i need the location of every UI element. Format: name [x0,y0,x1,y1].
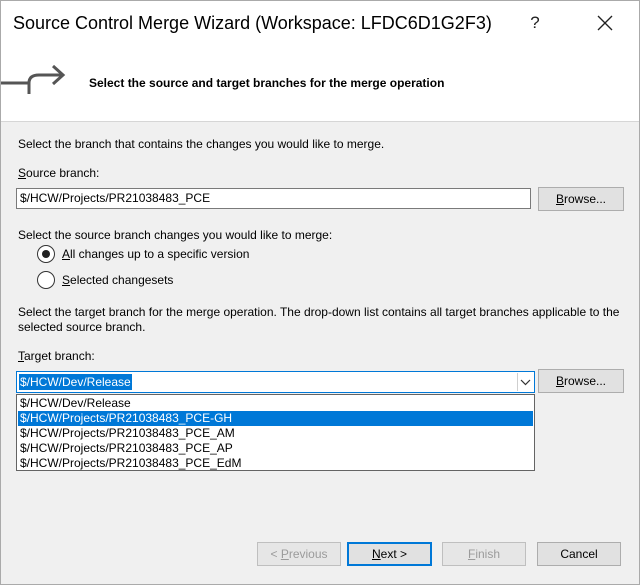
all-changes-label[interactable]: All changes up to a specific version [62,247,249,261]
source-branch-intro: Select the branch that contains the chan… [18,137,385,151]
title-bar: Source Control Merge Wizard (Workspace: … [1,1,639,46]
dropdown-option[interactable]: $/HCW/Projects/PR21038483_PCE_AP [18,441,533,456]
target-branch-intro-line2: selected source branch. [18,320,146,334]
window-title: Source Control Merge Wizard (Workspace: … [13,13,492,33]
chevron-down-icon [520,379,531,386]
close-icon [597,15,613,31]
target-branch-selected-value: $/HCW/Dev/Release [19,374,132,390]
target-branch-combobox[interactable]: $/HCW/Dev/Release [16,371,535,393]
all-changes-radio[interactable] [37,245,55,263]
source-browse-button[interactable]: Browse... [538,187,624,211]
selected-changesets-label[interactable]: Selected changesets [62,273,173,287]
dropdown-toggle[interactable] [517,373,533,391]
changes-intro: Select the source branch changes you wou… [18,228,333,242]
help-button[interactable]: ? [519,7,551,39]
merge-wizard-dialog: Source Control Merge Wizard (Workspace: … [0,0,640,585]
cancel-button[interactable]: Cancel [537,542,621,566]
next-button[interactable]: Next > [347,542,432,566]
previous-button[interactable]: < Previous [257,542,341,566]
selected-changesets-radio[interactable] [37,271,55,289]
target-branch-dropdown-list: $/HCW/Dev/Release $/HCW/Projects/PR21038… [16,394,535,471]
wizard-step-heading: Select the source and target branches fo… [89,76,445,90]
source-branch-field[interactable]: $/HCW/Projects/PR21038483_PCE [16,188,531,209]
radio-selected-dot [42,250,50,258]
dropdown-option[interactable]: $/HCW/Dev/Release [18,396,533,411]
finish-button[interactable]: Finish [442,542,526,566]
wizard-header: Select the source and target branches fo… [1,46,639,122]
target-browse-button[interactable]: Browse... [538,369,624,393]
source-branch-label: Source branch: [18,166,100,180]
dropdown-option[interactable]: $/HCW/Projects/PR21038483_PCE_EdM [18,456,533,471]
dropdown-option-highlighted[interactable]: $/HCW/Projects/PR21038483_PCE-GH [18,411,533,426]
target-branch-label: Target branch: [18,349,95,363]
dropdown-option[interactable]: $/HCW/Projects/PR21038483_PCE_AM [18,426,533,441]
close-button[interactable] [587,7,623,39]
merge-arrow-icon [1,64,66,94]
target-branch-intro-line1: Select the target branch for the merge o… [18,305,620,319]
